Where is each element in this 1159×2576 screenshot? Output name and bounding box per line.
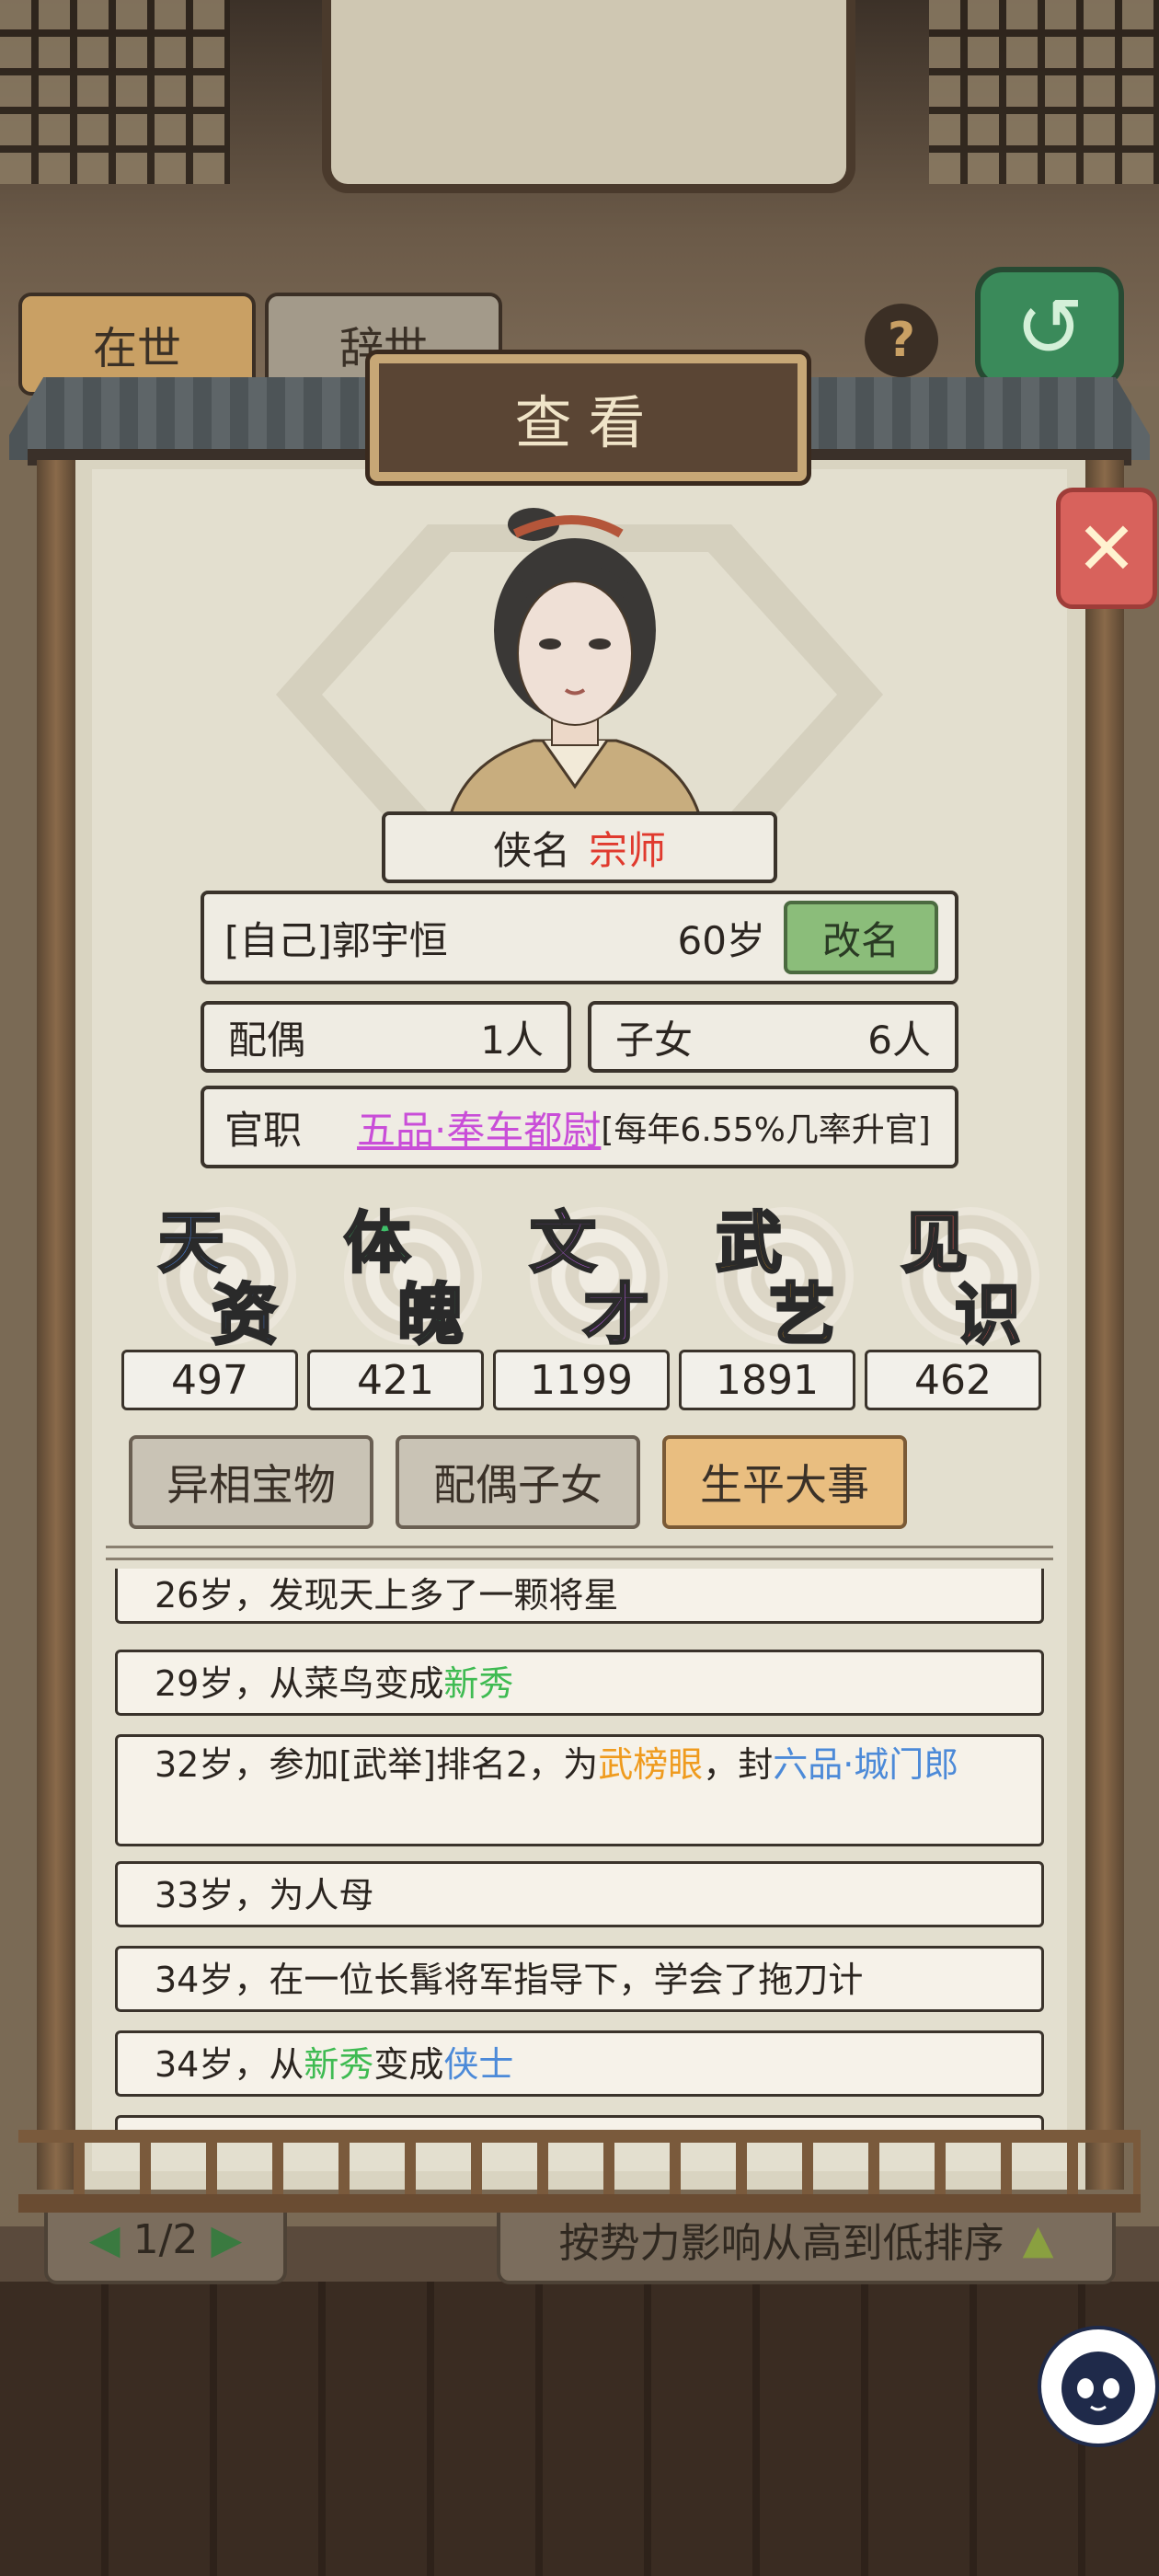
event-text-part: 新秀: [304, 2044, 374, 2085]
panel-pillar-right: [1085, 460, 1124, 2190]
prev-page-icon[interactable]: ◀: [89, 2216, 120, 2263]
event-text-part: 六品·城门郎: [773, 1744, 959, 1785]
attribute-value: 1199: [493, 1350, 670, 1410]
hero-title-box: 侠名 宗师: [382, 811, 777, 883]
panel-title: 查看: [370, 354, 807, 481]
background-floor: [0, 2282, 1159, 2576]
attribute-physique: 体魄 421: [307, 1189, 484, 1410]
event-item: 33岁，为人母: [115, 1861, 1044, 1927]
attribute-value: 462: [865, 1350, 1041, 1410]
name-row: [自己]郭宇恒 60岁 改名: [201, 891, 958, 984]
attribute-char-2: 魄: [396, 1274, 465, 1355]
event-text-part: 34岁，在一位长髯将军指导下，学会了拖刀计: [155, 1960, 864, 2000]
office-row: 官职 五品·奉车都尉 [每年6.55%几率升官]: [201, 1086, 958, 1168]
attribute-insight: 见识 462: [865, 1189, 1041, 1410]
event-text-part: 33岁，为人母: [155, 1875, 374, 1915]
event-text-part: 侠士: [443, 2044, 514, 2085]
section-divider: [106, 1546, 1053, 1560]
event-text-part: 29岁，从菜鸟变成: [155, 1663, 444, 1704]
back-button[interactable]: ↺: [975, 267, 1124, 388]
event-item: 34岁，从新秀变成侠士: [115, 2030, 1044, 2097]
event-text-part: 变成: [373, 2044, 444, 2085]
attribute-char-2: 才: [581, 1274, 650, 1355]
attribute-value: 421: [307, 1350, 484, 1410]
tab-spouse-children[interactable]: 配偶子女: [396, 1435, 640, 1529]
assistant-mascot-button[interactable]: [1038, 2326, 1159, 2447]
spouse-count: 1人: [480, 1017, 544, 1063]
spouse-row: 配偶 1人: [201, 1001, 571, 1073]
attribute-talent: 天资 497: [121, 1189, 298, 1410]
panel-railing: [18, 2130, 1141, 2213]
close-icon: ✕: [1075, 505, 1138, 592]
attribute-char-2: 资: [210, 1274, 279, 1355]
event-item: 32岁，参加[武举]排名2，为武榜眼，封六品·城门郎: [115, 1734, 1044, 1846]
event-text-part: 26岁，发现天上多了一颗将星: [155, 1575, 619, 1616]
pager-text: 1/2: [132, 2215, 199, 2263]
attribute-char-2: 艺: [767, 1274, 836, 1355]
event-text-part: 32岁，参加[武举]排名2，为: [155, 1744, 599, 1785]
office-label: 官职: [224, 1107, 303, 1153]
life-events-list[interactable]: 26岁，发现天上多了一颗将星 29岁，从菜鸟变成新秀 32岁，参加[武举]排名2，为…: [115, 1569, 1044, 2139]
help-button[interactable]: ?: [865, 304, 938, 377]
attribute-char-2: 识: [953, 1274, 1022, 1355]
spouse-label: 配偶: [228, 1017, 306, 1063]
window-lattice-right: [929, 0, 1159, 184]
hero-title-label: 侠名: [492, 827, 570, 873]
event-item: 34岁，在一位长髯将军指导下，学会了拖刀计: [115, 1946, 1044, 2012]
character-portrait: [449, 508, 701, 814]
tab-life-events[interactable]: 生平大事: [662, 1435, 907, 1529]
rename-button[interactable]: 改名: [784, 901, 938, 974]
children-count: 6人: [867, 1017, 931, 1063]
window-lattice-left: [0, 0, 230, 184]
event-item: 26岁，发现天上多了一颗将星: [115, 1569, 1044, 1624]
attribute-value: 1891: [679, 1350, 855, 1410]
panel-pillar-left: [37, 460, 75, 2190]
character-age: 60岁: [677, 917, 765, 963]
character-name: [自己]郭宇恒: [224, 917, 448, 963]
office-value-link[interactable]: 五品·奉车都尉: [357, 1099, 601, 1156]
close-button[interactable]: ✕: [1056, 488, 1157, 609]
office-promotion-note: [每年6.55%几率升官]: [601, 1111, 931, 1149]
attribute-martial: 武艺 1891: [679, 1189, 855, 1410]
next-page-icon[interactable]: ▶: [211, 2216, 242, 2263]
event-text-part: 武榜眼: [598, 1744, 704, 1785]
back-arrow-icon: ↺: [1015, 279, 1084, 376]
mascot-face-icon: [1061, 2352, 1135, 2425]
attribute-value: 497: [121, 1350, 298, 1410]
sort-label: 按势力影响从高到低排序: [558, 2220, 1004, 2267]
tab-treasures[interactable]: 异相宝物: [129, 1435, 373, 1529]
sort-triangle-icon: ▲: [1022, 2215, 1054, 2263]
children-row: 子女 6人: [588, 1001, 958, 1073]
attribute-literary: 文才 1199: [493, 1189, 670, 1410]
event-text-part: 新秀: [443, 1663, 514, 1704]
event-text-part: ，封: [703, 1744, 774, 1785]
event-text-part: 34岁，从: [155, 2044, 304, 2085]
hero-title-value: 宗师: [589, 827, 667, 873]
event-item: 29岁，从菜鸟变成新秀: [115, 1650, 1044, 1716]
wall-painting: [322, 0, 855, 193]
children-label: 子女: [615, 1017, 694, 1063]
